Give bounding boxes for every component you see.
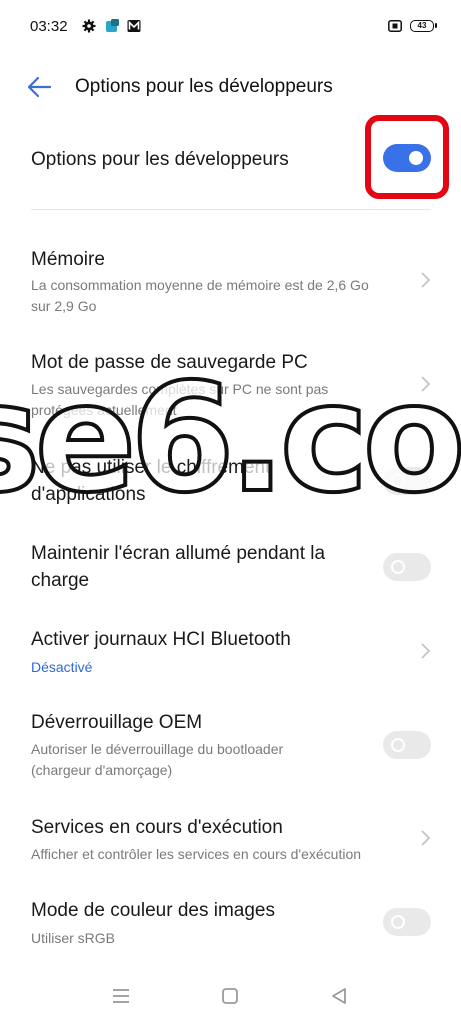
home-icon[interactable] <box>219 986 241 1006</box>
developer-options-master-row[interactable]: Options pour les développeurs <box>0 115 461 199</box>
menu-icon[interactable] <box>110 986 132 1006</box>
setting-title: Mode de couleur des images <box>31 900 275 921</box>
arrow-left-icon[interactable] <box>24 72 56 102</box>
setting-title: Mot de passe de sauvegarde PC <box>31 352 308 373</box>
setting-image-color-mode[interactable]: Mode de couleur des images Utiliser sRGB <box>0 897 461 953</box>
setting-subtitle: Autoriser le déverrouillage du bootloade… <box>31 741 284 778</box>
page-title: Options pour les développeurs <box>75 76 333 97</box>
stay-awake-switch[interactable] <box>383 553 431 581</box>
switch-knob <box>391 474 405 488</box>
chevron-right-icon <box>421 830 431 846</box>
setting-title: Activer journaux HCI Bluetooth <box>31 629 291 650</box>
image-color-mode-switch[interactable] <box>383 908 431 936</box>
setting-bluetooth-hci-log[interactable]: Activer journaux HCI Bluetooth Désactivé <box>0 626 461 682</box>
status-time: 03:32 <box>30 18 68 35</box>
gear-icon <box>82 19 96 33</box>
no-app-encryption-switch[interactable] <box>383 467 431 495</box>
setting-subtitle: Les sauvegardes complètes sur PC ne sont… <box>31 381 329 418</box>
master-toggle-label: Options pour les développeurs <box>31 149 289 170</box>
setting-no-app-encryption[interactable]: Ne pas utiliser le chiffrement d'applica… <box>0 453 461 515</box>
setting-title: Ne pas utiliser le chiffrement d'applica… <box>31 457 271 505</box>
developer-options-switch[interactable] <box>383 144 431 172</box>
setting-subtitle: Afficher et contrôler les services en co… <box>31 846 362 862</box>
mail-icon <box>127 20 141 32</box>
setting-subtitle: La consommation moyenne de mémoire est d… <box>31 277 369 314</box>
chevron-right-icon <box>421 376 431 392</box>
setting-title: Déverrouillage OEM <box>31 712 203 733</box>
switch-knob <box>391 738 405 752</box>
setting-stay-awake[interactable]: Maintenir l'écran allumé pendant la char… <box>0 539 461 601</box>
divider <box>31 209 431 210</box>
switch-knob <box>391 915 405 929</box>
setting-running-services[interactable]: Services en cours d'exécution Afficher e… <box>0 814 461 870</box>
setting-title: Mémoire <box>31 249 105 270</box>
battery-icon: 43 <box>410 20 437 32</box>
setting-subtitle: Utiliser sRGB <box>31 930 116 946</box>
oem-unlock-switch[interactable] <box>383 731 431 759</box>
setting-memory[interactable]: Mémoire La consommation moyenne de mémoi… <box>0 244 461 320</box>
setting-status: Désactivé <box>31 659 93 675</box>
navigation-bar <box>0 970 461 1024</box>
app-icon <box>106 19 119 32</box>
setting-title: Maintenir l'écran allumé pendant la char… <box>31 543 326 591</box>
back-triangle-icon[interactable] <box>328 986 350 1006</box>
switch-knob <box>391 560 405 574</box>
screen-record-icon <box>388 20 402 32</box>
status-bar: 03:32 43 <box>0 0 461 56</box>
setting-oem-unlock[interactable]: Déverrouillage OEM Autoriser le déverrou… <box>0 709 461 785</box>
setting-title: Services en cours d'exécution <box>31 817 283 838</box>
switch-knob <box>409 151 423 165</box>
chevron-right-icon <box>421 643 431 659</box>
setting-pc-backup-password[interactable]: Mot de passe de sauvegarde PC Les sauveg… <box>0 348 461 424</box>
chevron-right-icon <box>421 272 431 288</box>
